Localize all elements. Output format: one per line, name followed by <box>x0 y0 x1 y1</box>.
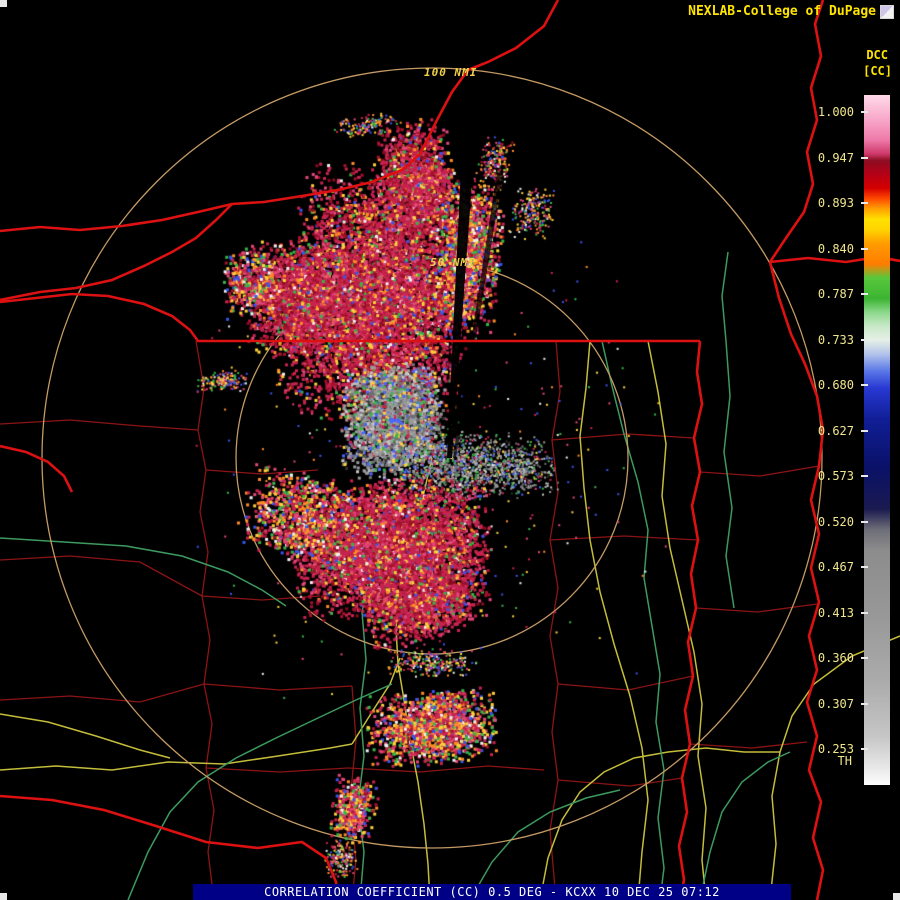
map-line-border <box>0 292 700 343</box>
corner-mark <box>0 893 7 900</box>
colorbar-product-code: DCC <box>866 48 888 62</box>
range-ring-label-50nmi: 50 NMI <box>430 256 476 269</box>
range-ring-label-100nmi: 100 NMI <box>424 66 478 79</box>
product-caption: CORRELATION COEFFICIENT (CC) 0.5 DEG - K… <box>193 884 791 900</box>
colorbar-units-label: [CC] <box>863 64 892 78</box>
map-line-border <box>0 0 560 233</box>
map-line-border <box>677 340 704 900</box>
corner-mark <box>893 893 900 900</box>
map-line-border <box>768 261 825 900</box>
colorbar-scale <box>864 95 890 785</box>
map-line-border <box>768 0 825 263</box>
corner-mark <box>0 0 7 7</box>
page-title: NEXLAB-College of DuPage <box>688 4 876 19</box>
colorbar-threshold-label: TH <box>837 754 852 768</box>
radar-display: NEXLAB-College of DuPage DCC [CC] 1.000 0… <box>0 0 900 900</box>
map-line-border <box>0 203 233 302</box>
map-line-border <box>0 444 74 493</box>
map-over-svg <box>0 0 900 900</box>
cod-logo-icon <box>880 5 894 19</box>
